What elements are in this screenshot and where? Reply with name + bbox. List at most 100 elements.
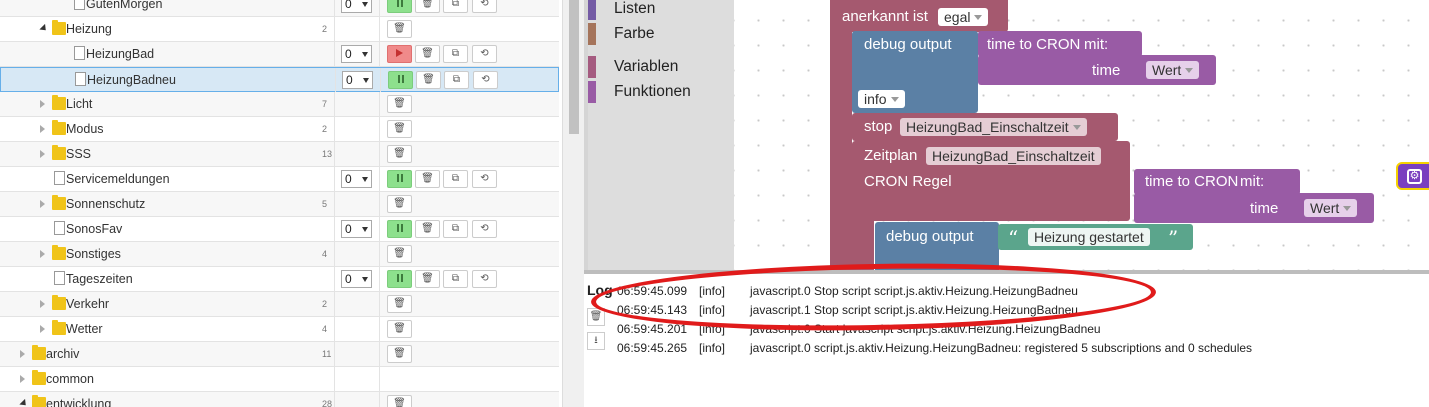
tree-row-verkehr[interactable]: Verkehr 2 🗑 — [0, 292, 559, 317]
scrollbar-thumb[interactable] — [569, 0, 579, 134]
tree-row-sonosfav[interactable]: SonosFav 0 🗑 ⧉ ⟲ — [0, 217, 559, 242]
delete-button[interactable]: 🗑 — [387, 395, 412, 407]
log-message: javascript.1 Stop script script.js.aktiv… — [750, 303, 1078, 317]
log-level: [info] — [699, 341, 726, 355]
pause-button[interactable] — [387, 270, 412, 288]
tree-row-sonstiges[interactable]: Sonstiges 4 🗑 — [0, 242, 559, 267]
delete-button[interactable]: 🗑 — [415, 170, 440, 188]
trash-icon: 🗑 — [393, 198, 406, 209]
toolbox-category-listen[interactable]: Listen — [588, 0, 655, 20]
delete-button[interactable]: 🗑 — [387, 20, 412, 38]
collapse-arrow-icon[interactable] — [40, 300, 45, 308]
pause-button[interactable] — [388, 71, 413, 89]
text-value[interactable]: Heizung gestartet — [1028, 228, 1150, 246]
refresh-button[interactable]: ⟲ — [472, 270, 497, 288]
instance-select[interactable]: 0 — [341, 170, 372, 188]
copy-button[interactable]: ⧉ — [444, 71, 469, 89]
tree-row-tageszeiten[interactable]: Tageszeiten 0 🗑 ⧉ ⟲ — [0, 267, 559, 292]
instance-select[interactable]: 0 — [341, 270, 372, 288]
tree-row-licht[interactable]: Licht 7 🗑 — [0, 92, 559, 117]
toolbox-category-funktionen[interactable]: Funktionen — [588, 81, 691, 103]
pause-button[interactable] — [387, 170, 412, 188]
copy-button[interactable]: ⧉ — [443, 170, 468, 188]
tree-row-entwicklung[interactable]: entwicklung 28 🗑 — [0, 392, 559, 407]
refresh-button[interactable]: ⟲ — [472, 220, 497, 238]
delete-button[interactable]: 🗑 — [387, 245, 412, 263]
delete-button[interactable]: 🗑 — [416, 71, 441, 89]
trash-icon: 🗑 — [422, 74, 435, 85]
toolbox-category-variablen[interactable]: Variablen — [588, 56, 678, 78]
instance-select[interactable]: 0 — [341, 220, 372, 238]
collapse-arrow-icon[interactable] — [40, 325, 45, 333]
collapse-arrow-icon[interactable] — [40, 100, 45, 108]
wert-dropdown[interactable]: Wert — [1146, 61, 1200, 79]
delete-button[interactable]: 🗑 — [387, 320, 412, 338]
delete-button[interactable]: 🗑 — [415, 45, 440, 63]
debug-level-dropdown[interactable]: info — [858, 90, 905, 108]
delete-button[interactable]: 🗑 — [415, 0, 440, 13]
collapse-arrow-icon[interactable] — [40, 150, 45, 158]
delete-button[interactable]: 🗑 — [387, 95, 412, 113]
tree-scrollbar[interactable] — [562, 0, 584, 407]
tree-row-sonnenschutz[interactable]: Sonnenschutz 5 🗑 — [0, 192, 559, 217]
delete-button[interactable]: 🗑 — [387, 195, 412, 213]
delete-button[interactable]: 🗑 — [387, 120, 412, 138]
chevron-down-icon — [362, 227, 368, 232]
download-log-button[interactable]: ⭳ — [587, 332, 605, 350]
expand-arrow-icon[interactable] — [39, 23, 49, 34]
zeitplan-block-bottom[interactable] — [852, 200, 874, 270]
toolbox-category-farbe[interactable]: Farbe — [588, 23, 655, 45]
pause-button[interactable] — [387, 220, 412, 238]
wert-dropdown-2[interactable]: Wert — [1304, 199, 1358, 217]
instance-select[interactable]: 0 — [342, 71, 373, 89]
collapse-arrow-icon[interactable] — [40, 250, 45, 258]
trash-icon: 🗑 — [393, 298, 406, 309]
refresh-button[interactable]: ⟲ — [472, 170, 497, 188]
refresh-button[interactable]: ⟲ — [472, 0, 497, 13]
folder-icon — [52, 320, 66, 335]
stop-dropdown[interactable]: HeizungBad_Einschaltzeit — [900, 118, 1087, 136]
tree-row-heizung[interactable]: Heizung 2 🗑 — [0, 17, 559, 42]
collapse-arrow-icon[interactable] — [20, 350, 25, 358]
collapse-arrow-icon[interactable] — [20, 375, 25, 383]
pause-button[interactable] — [387, 0, 412, 13]
category-swatch — [588, 81, 596, 103]
delete-button[interactable]: 🗑 — [387, 295, 412, 313]
tree-row-sss[interactable]: SSS 13 🗑 — [0, 142, 559, 167]
instance-select[interactable]: 0 — [341, 0, 372, 13]
collapse-arrow-icon[interactable] — [40, 200, 45, 208]
tree-row-common[interactable]: common — [0, 367, 559, 392]
tree-row-servicemeldungen[interactable]: Servicemeldungen 0 🗑 ⧉ ⟲ — [0, 167, 559, 192]
collapse-arrow-icon[interactable] — [40, 125, 45, 133]
zeitplan-dropdown[interactable]: HeizungBad_Einschaltzeit — [926, 147, 1101, 165]
tree-row-heizungbadneu[interactable]: HeizungBadneu 0 🗑 ⧉ ⟲ — [0, 67, 559, 92]
event-block-body[interactable] — [830, 20, 852, 270]
gear-button[interactable]: ⚙ — [1396, 162, 1429, 190]
column-divider — [379, 0, 380, 16]
tree-row-wetter[interactable]: Wetter 4 🗑 — [0, 317, 559, 342]
trash-icon: 🗑 — [393, 248, 406, 259]
delete-button[interactable]: 🗑 — [415, 270, 440, 288]
tree-item-label: Wetter — [66, 322, 103, 336]
copy-button[interactable]: ⧉ — [443, 270, 468, 288]
start-button[interactable] — [387, 45, 412, 63]
instance-select[interactable]: 0 — [341, 45, 372, 63]
tree-row-modus[interactable]: Modus 2 🗑 — [0, 117, 559, 142]
refresh-button[interactable]: ⟲ — [472, 45, 497, 63]
delete-button[interactable]: 🗑 — [387, 145, 412, 163]
tree-row-heizungbad[interactable]: HeizungBad 0 🗑 ⧉ ⟲ — [0, 42, 559, 67]
pause-icon — [396, 224, 399, 233]
tree-row-archiv[interactable]: archiv 11 🗑 — [0, 342, 559, 367]
expand-arrow-icon[interactable] — [19, 398, 29, 407]
chevron-down-icon — [363, 78, 369, 83]
blockly-workspace[interactable]: anerkannt ist egal debug output info tim… — [734, 0, 1429, 270]
copy-button[interactable]: ⧉ — [443, 0, 468, 13]
refresh-button[interactable]: ⟲ — [473, 71, 498, 89]
delete-button[interactable]: 🗑 — [415, 220, 440, 238]
clear-log-button[interactable]: 🗑 — [587, 308, 605, 326]
copy-button[interactable]: ⧉ — [443, 45, 468, 63]
delete-button[interactable]: 🗑 — [387, 345, 412, 363]
anerkannt-dropdown[interactable]: egal — [938, 8, 989, 26]
copy-button[interactable]: ⧉ — [443, 220, 468, 238]
tree-row-gutenmorgen[interactable]: GutenMorgen 0 🗑 ⧉ ⟲ — [0, 0, 559, 17]
